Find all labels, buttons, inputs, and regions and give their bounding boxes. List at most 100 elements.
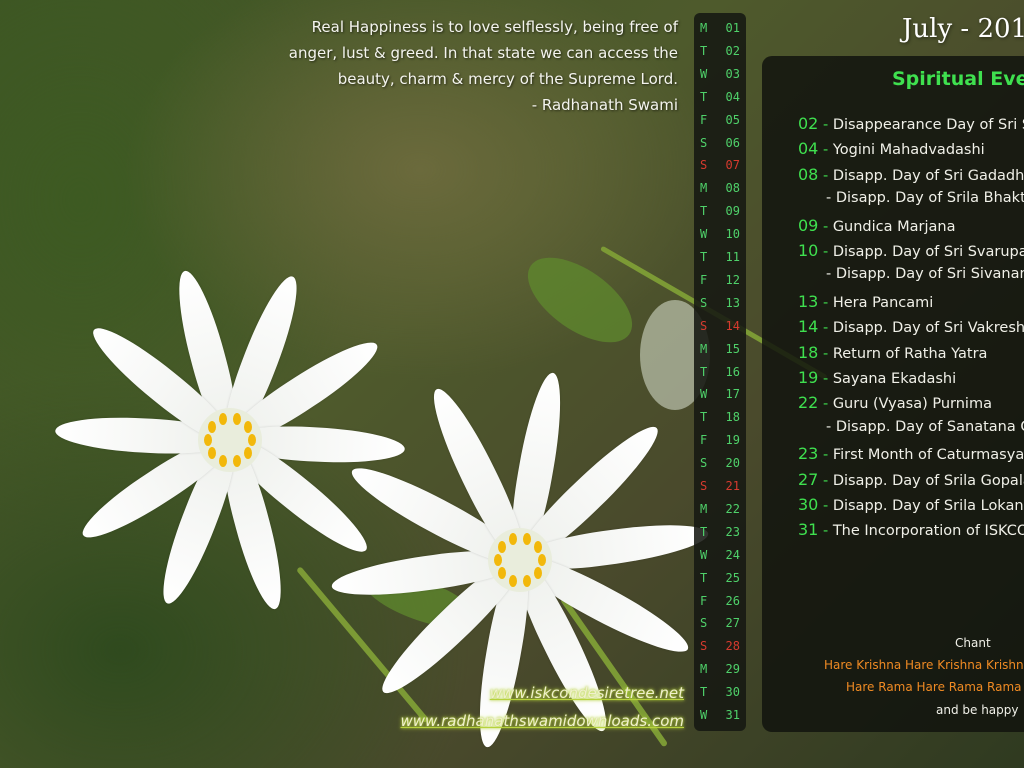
event-text: - Disapp. Day of Sanatana Gos xyxy=(826,418,1024,435)
event-date: 18 xyxy=(798,342,819,362)
event-separator: - xyxy=(818,117,833,133)
stamen xyxy=(243,446,252,459)
day-number: 05 xyxy=(725,112,740,127)
event-text: Return of Ratha Yatra xyxy=(832,345,988,362)
event-text: - Disapp. Day of Srila Bhaktivi xyxy=(826,190,1024,207)
day-number: 22 xyxy=(725,501,740,516)
weekday-letter: S xyxy=(700,318,708,333)
day-number: 08 xyxy=(725,181,740,196)
weekday-letter: S xyxy=(700,158,708,173)
weekday-letter: T xyxy=(700,685,708,700)
day-number: 01 xyxy=(725,21,740,35)
calendar-day: T 02 xyxy=(694,40,746,65)
weekday-letter: T xyxy=(700,43,708,58)
calendar-day: S 27 xyxy=(694,612,746,637)
event-separator: - xyxy=(818,371,833,387)
weekday-letter: F xyxy=(700,112,708,127)
day-number: 06 xyxy=(725,135,740,150)
calendar-day: W 17 xyxy=(694,383,746,408)
day-number: 04 xyxy=(725,89,740,104)
event-item: - Disapp. Day of Srila Bhaktivi xyxy=(826,190,1024,206)
stamen xyxy=(204,434,212,446)
stamen xyxy=(232,454,241,467)
calendar-day: S 06 xyxy=(694,132,746,157)
event-separator: - xyxy=(818,294,833,311)
calendar-day: F 05 xyxy=(694,109,746,134)
calendar-day: W 10 xyxy=(694,223,746,248)
event-item: 14 - Disapp. Day of Sri Vakreshv xyxy=(798,317,1024,336)
calendar-title: July - 201 xyxy=(902,14,1024,44)
weekday-letter: S xyxy=(700,616,708,631)
day-number: 13 xyxy=(725,295,740,310)
day-number: 07 xyxy=(725,158,740,173)
calendar-day: T 25 xyxy=(694,567,746,592)
day-number: 20 xyxy=(725,456,740,471)
day-number: 30 xyxy=(725,685,740,700)
event-date: 27 xyxy=(798,469,819,489)
event-item: 09 - Gundica Marjana xyxy=(798,216,955,235)
day-number: 18 xyxy=(725,410,740,425)
event-text: Disapp. Day of Sri Svarupa D xyxy=(832,244,1024,260)
stamen xyxy=(533,541,542,554)
event-item: 22 - Guru (Vyasa) Purnima xyxy=(798,393,992,412)
website-link[interactable]: www.iskcondesiretree.net xyxy=(490,684,684,702)
day-number: 31 xyxy=(725,708,740,722)
calendar-day: T 16 xyxy=(694,361,746,386)
weekday-letter: M xyxy=(700,501,708,516)
event-text: Yogini Mahadvadashi xyxy=(832,142,985,159)
day-number: 29 xyxy=(725,662,740,677)
weekday-letter: W xyxy=(700,547,708,562)
event-text: First Month of Caturmasya B xyxy=(832,447,1024,464)
calendar-day: W 24 xyxy=(694,544,746,569)
weekday-letter: T xyxy=(700,524,708,539)
calendar-day: F 19 xyxy=(694,429,746,454)
calendar-day: W 03 xyxy=(694,63,746,88)
day-number: 26 xyxy=(725,593,740,608)
event-separator: - xyxy=(818,218,833,235)
weekday-letter: W xyxy=(700,708,708,722)
event-separator: - xyxy=(818,396,833,413)
stamen xyxy=(232,413,241,426)
event-date: 23 xyxy=(798,444,819,464)
stamen xyxy=(522,574,531,587)
calendar-strip: M 01 T 02 W 03 T 04 F 05 S 06 S 07 M 08 T 09 W 10 T 11 F 12 S 13 S… xyxy=(694,13,746,731)
event-date: 04 xyxy=(798,139,819,159)
weekday-letter: S xyxy=(700,295,708,310)
calendar-day: S 21 xyxy=(694,475,746,500)
weekday-letter: T xyxy=(700,250,708,264)
calendar-day: T 23 xyxy=(694,521,746,546)
calendar-day: M 22 xyxy=(694,498,746,523)
event-separator: - xyxy=(818,167,833,184)
event-item: 19 - Sayana Ekadashi xyxy=(798,368,956,387)
calendar-day: S 14 xyxy=(694,315,746,340)
day-number: 02 xyxy=(725,43,740,58)
day-number: 10 xyxy=(725,227,740,242)
calendar-day: S 20 xyxy=(694,452,746,477)
calendar-day: M 08 xyxy=(694,177,746,202)
event-item: 02 - Disappearance Day of Sri Sri xyxy=(798,114,1024,133)
event-text: Sayana Ekadashi xyxy=(832,371,957,387)
mantra-line: Hare Krishna Hare Krishna Krishna K xyxy=(824,658,1024,672)
event-item: 30 - Disapp. Day of Srila Lokanath xyxy=(798,495,1024,514)
weekday-letter: T xyxy=(700,204,708,219)
calendar-day: S 07 xyxy=(694,154,746,179)
event-separator: - xyxy=(818,244,833,260)
day-number: 25 xyxy=(725,570,740,585)
quote-line: anger, lust & greed. In that state we ca… xyxy=(288,44,678,62)
events-panel: Spiritual Even Chant Hare Krishna Hare K… xyxy=(762,56,1024,732)
calendar-day: T 04 xyxy=(694,86,746,111)
weekday-letter: F xyxy=(700,593,708,608)
day-number: 09 xyxy=(725,204,740,219)
event-text: Hera Pancami xyxy=(832,294,934,311)
calendar-day: M 01 xyxy=(694,17,746,42)
event-date: 02 xyxy=(798,114,819,133)
event-item: 23 - First Month of Caturmasya B xyxy=(798,444,1024,463)
website-link[interactable]: www.radhanathswamidownloads.com xyxy=(401,712,684,730)
event-date: 08 xyxy=(798,164,819,184)
event-date: 10 xyxy=(798,241,819,260)
chant-footer: and be happy xyxy=(936,703,1019,717)
stamen xyxy=(243,421,252,434)
weekday-letter: T xyxy=(700,410,708,425)
calendar-day: T 09 xyxy=(694,200,746,225)
event-text: Disapp. Day of Srila Gopala B xyxy=(832,472,1024,489)
